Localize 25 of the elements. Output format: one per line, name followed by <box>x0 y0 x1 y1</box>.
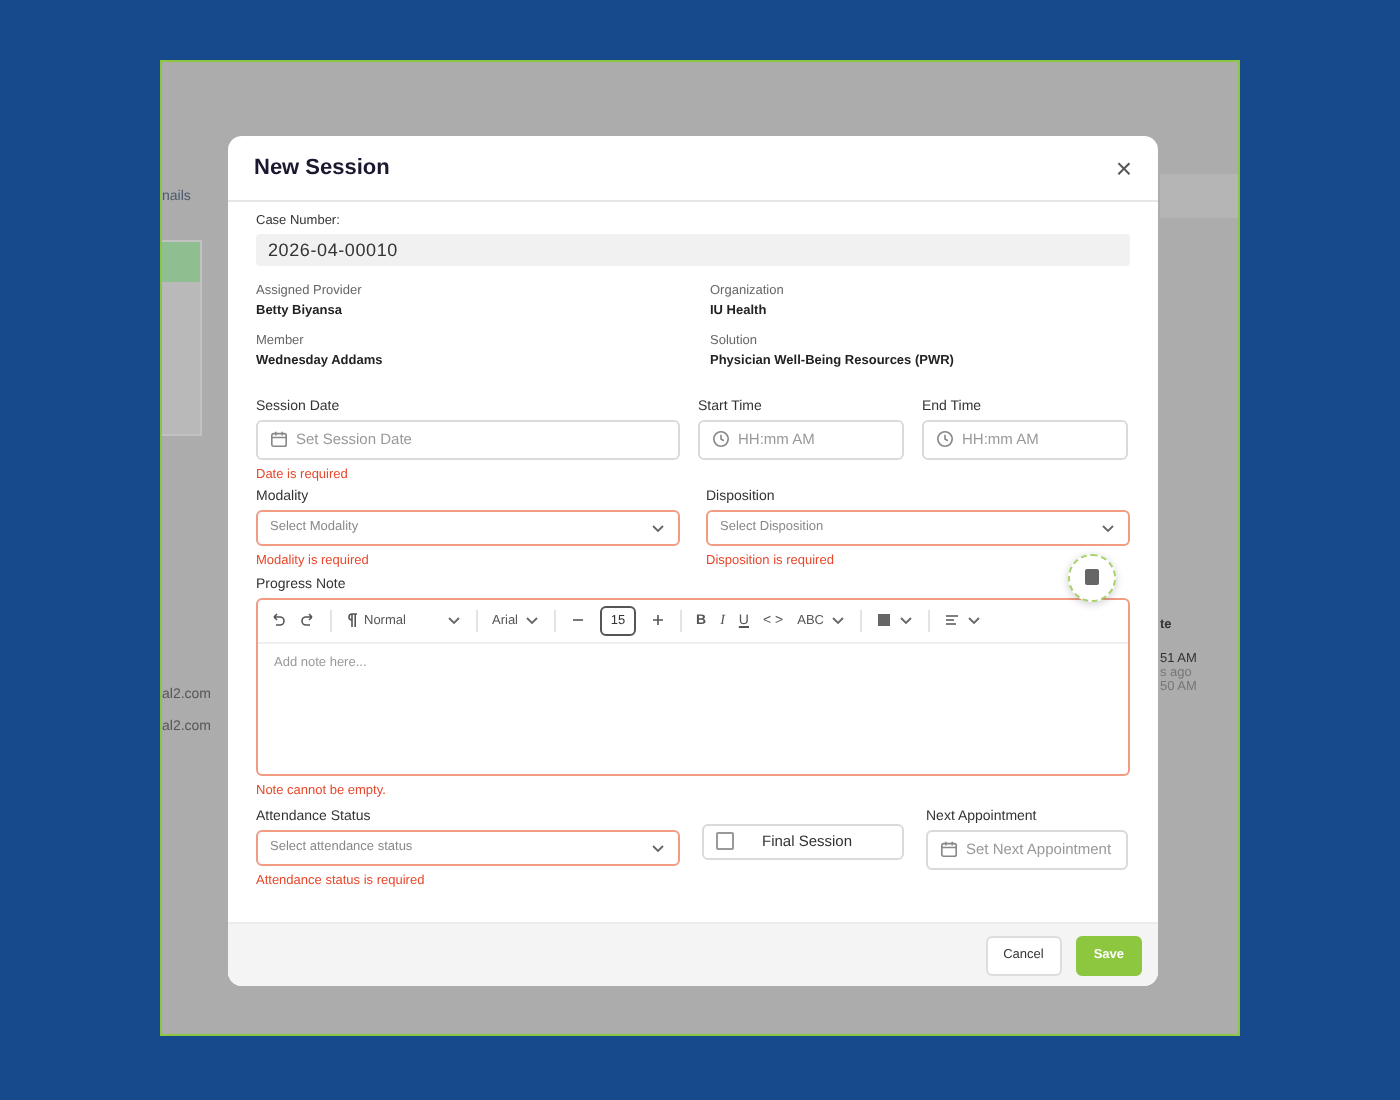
calendar-icon <box>940 840 958 859</box>
chevron-down-icon <box>650 839 666 856</box>
plus-icon[interactable] <box>650 612 667 629</box>
paragraph-icon <box>346 612 358 629</box>
chevron-down-icon <box>829 612 846 629</box>
chevron-down-icon <box>650 519 666 536</box>
chevron-down-icon <box>446 612 462 629</box>
redo-icon[interactable] <box>300 612 316 629</box>
clock-icon <box>712 430 730 449</box>
align-left-icon <box>943 612 960 629</box>
align-dropdown[interactable] <box>943 612 982 629</box>
clock-icon <box>936 430 954 449</box>
notebook-icon <box>1084 568 1100 587</box>
chevron-down-icon <box>897 612 914 629</box>
undo-icon[interactable] <box>270 612 286 629</box>
calendar-icon <box>270 430 288 449</box>
color-dropdown[interactable] <box>875 612 914 629</box>
notebook-button[interactable] <box>1068 553 1116 602</box>
chevron-down-icon <box>524 612 541 629</box>
dialog-title: New Session <box>254 156 390 180</box>
color-swatch-icon <box>875 612 892 629</box>
chevron-down-icon <box>1100 519 1116 536</box>
close-button[interactable]: × <box>1115 154 1132 182</box>
case-number-field: 2026-04-00010 <box>256 234 1130 266</box>
chevron-down-icon <box>965 612 982 629</box>
